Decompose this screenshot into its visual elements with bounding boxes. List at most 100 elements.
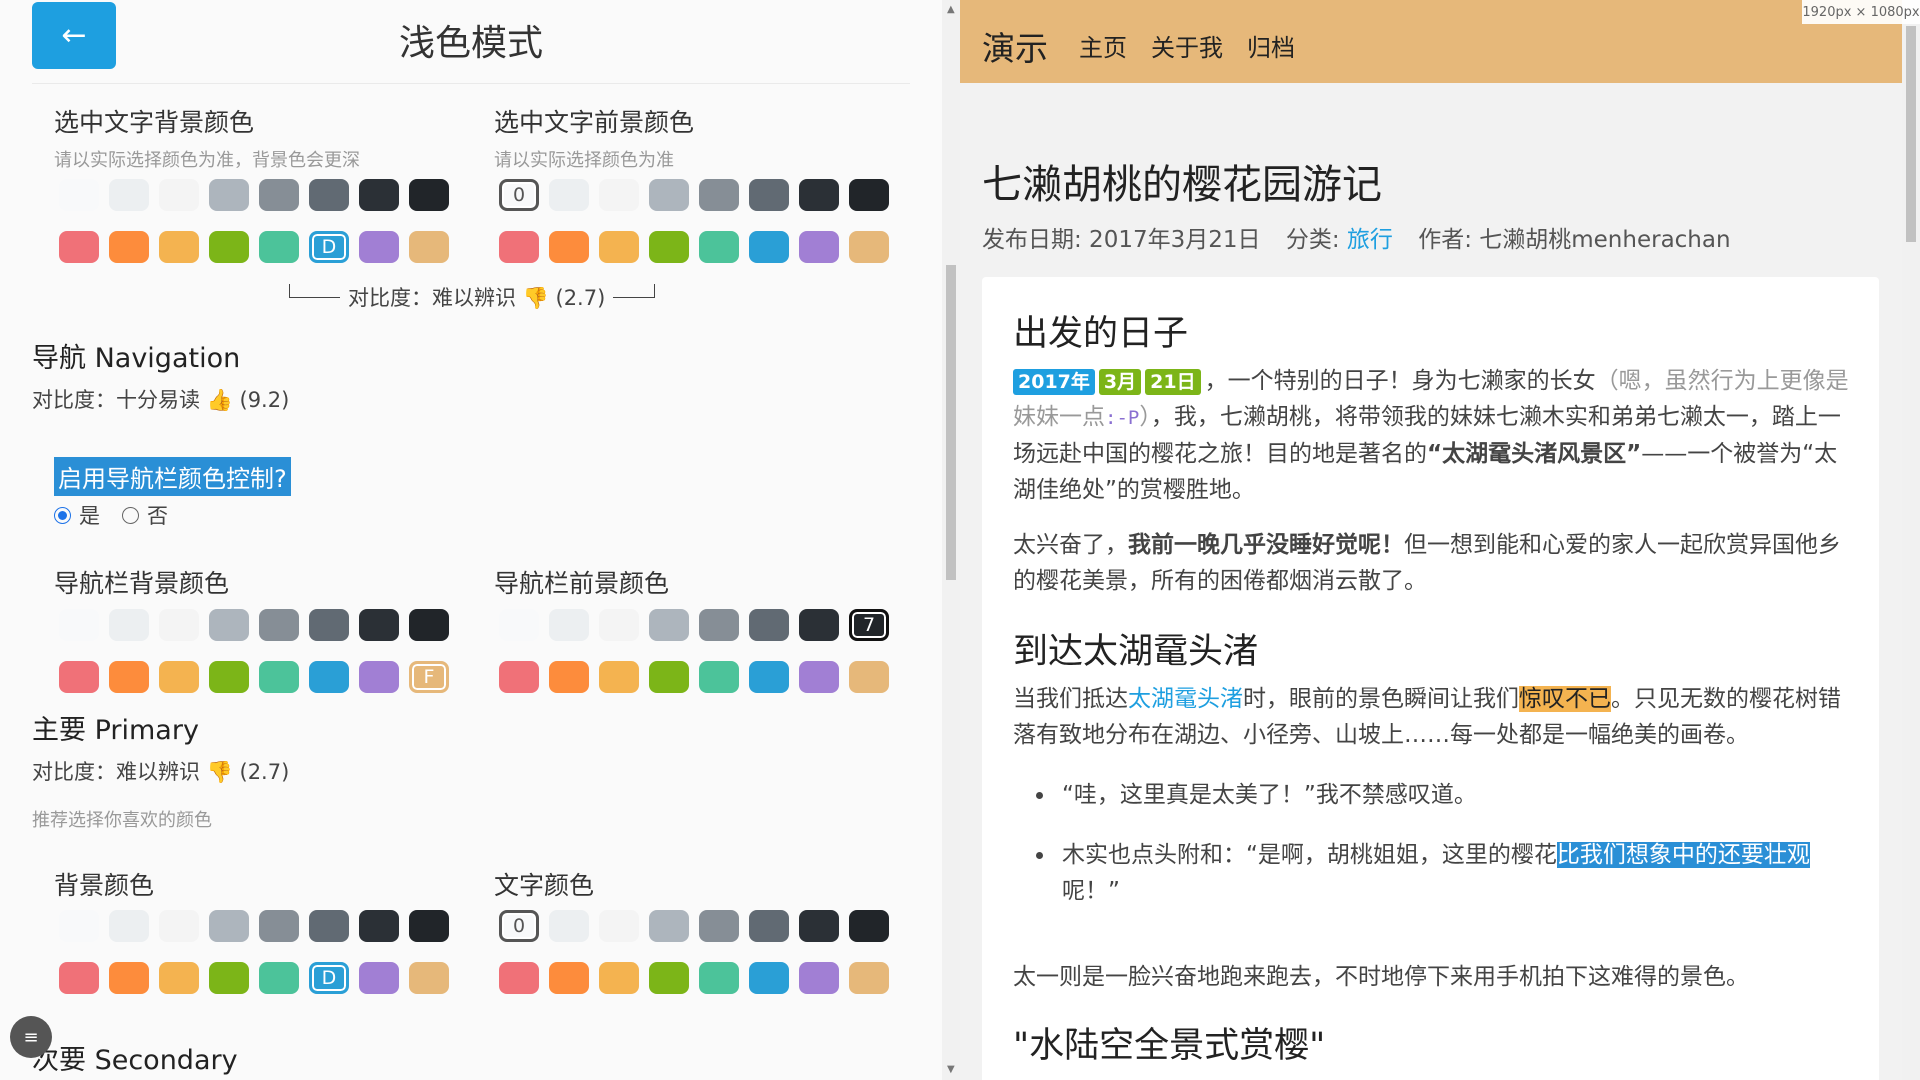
color-swatch[interactable] [699, 179, 739, 211]
color-swatch[interactable] [109, 609, 149, 641]
color-swatch[interactable] [799, 609, 839, 641]
color-swatch[interactable] [749, 179, 789, 211]
color-swatch[interactable] [699, 609, 739, 641]
color-swatch[interactable] [699, 661, 739, 693]
color-swatch[interactable] [309, 910, 349, 942]
color-swatch[interactable]: D [309, 231, 349, 263]
color-swatch[interactable] [799, 231, 839, 263]
color-swatch[interactable] [309, 661, 349, 693]
brand-title[interactable]: 演示 [982, 22, 1048, 70]
color-swatch[interactable] [649, 661, 689, 693]
color-swatch[interactable] [549, 231, 589, 263]
color-swatch[interactable] [159, 231, 199, 263]
right-scrollbar[interactable] [1902, 0, 1920, 1080]
color-swatch[interactable] [209, 962, 249, 994]
color-swatch[interactable] [209, 179, 249, 211]
color-swatch[interactable] [159, 609, 199, 641]
color-swatch[interactable] [799, 661, 839, 693]
color-swatch[interactable] [749, 661, 789, 693]
color-swatch[interactable] [649, 179, 689, 211]
color-swatch[interactable] [599, 609, 639, 641]
color-swatch[interactable] [599, 179, 639, 211]
color-swatch[interactable] [799, 962, 839, 994]
color-swatch[interactable]: F [409, 661, 449, 693]
color-swatch[interactable] [109, 661, 149, 693]
color-swatch[interactable] [359, 179, 399, 211]
color-swatch[interactable]: 0 [499, 910, 539, 942]
color-swatch[interactable] [259, 179, 299, 211]
color-swatch[interactable]: 7 [849, 609, 889, 641]
color-swatch[interactable] [749, 910, 789, 942]
color-swatch[interactable] [849, 910, 889, 942]
color-swatch[interactable] [749, 962, 789, 994]
color-swatch[interactable] [359, 609, 399, 641]
color-swatch[interactable] [499, 609, 539, 641]
color-swatch[interactable] [109, 231, 149, 263]
color-swatch[interactable] [59, 231, 99, 263]
color-swatch[interactable] [599, 661, 639, 693]
color-swatch[interactable] [359, 962, 399, 994]
nav-link-archive[interactable]: 归档 [1247, 28, 1295, 63]
color-swatch[interactable] [259, 231, 299, 263]
color-swatch[interactable] [799, 910, 839, 942]
color-swatch[interactable] [209, 231, 249, 263]
nav-link-about[interactable]: 关于我 [1151, 28, 1223, 63]
left-scrollbar[interactable]: ▲ ▼ [942, 0, 960, 1080]
color-swatch[interactable] [849, 962, 889, 994]
color-swatch[interactable] [849, 179, 889, 211]
radio-no[interactable] [122, 506, 139, 524]
color-swatch[interactable] [499, 661, 539, 693]
color-swatch[interactable] [699, 231, 739, 263]
color-swatch[interactable] [849, 661, 889, 693]
color-swatch[interactable] [549, 609, 589, 641]
color-swatch[interactable]: 0 [499, 179, 539, 211]
color-swatch[interactable] [649, 231, 689, 263]
color-swatch[interactable] [159, 910, 199, 942]
color-swatch[interactable] [749, 231, 789, 263]
color-swatch[interactable] [309, 609, 349, 641]
color-swatch[interactable] [599, 231, 639, 263]
color-swatch[interactable] [549, 179, 589, 211]
color-swatch[interactable] [409, 179, 449, 211]
color-swatch[interactable] [259, 962, 299, 994]
color-swatch[interactable] [599, 962, 639, 994]
color-swatch[interactable] [409, 609, 449, 641]
color-swatch[interactable] [109, 179, 149, 211]
color-swatch[interactable] [599, 910, 639, 942]
color-swatch[interactable] [749, 609, 789, 641]
color-swatch[interactable] [109, 962, 149, 994]
color-swatch[interactable] [649, 609, 689, 641]
color-swatch[interactable] [259, 910, 299, 942]
scroll-up-icon[interactable]: ▲ [947, 4, 955, 15]
color-swatch[interactable] [649, 910, 689, 942]
menu-button[interactable]: ≡ [10, 1016, 52, 1058]
color-swatch[interactable] [259, 661, 299, 693]
color-swatch[interactable] [549, 661, 589, 693]
right-scrollbar-thumb[interactable] [1906, 26, 1916, 242]
inline-link[interactable]: 太湖鼋头渚 [1128, 686, 1243, 712]
scroll-down-icon[interactable]: ▼ [947, 1064, 955, 1075]
color-swatch[interactable] [699, 910, 739, 942]
left-scrollbar-thumb[interactable] [946, 265, 956, 580]
color-swatch[interactable] [849, 231, 889, 263]
color-swatch[interactable] [59, 609, 99, 641]
color-swatch[interactable] [649, 962, 689, 994]
color-swatch[interactable] [409, 910, 449, 942]
color-swatch[interactable]: D [309, 962, 349, 994]
color-swatch[interactable] [499, 962, 539, 994]
color-swatch[interactable] [359, 910, 399, 942]
nav-link-home[interactable]: 主页 [1079, 28, 1127, 63]
color-swatch[interactable] [259, 609, 299, 641]
color-swatch[interactable] [209, 661, 249, 693]
post-category-link[interactable]: 旅行 [1347, 227, 1393, 253]
color-swatch[interactable] [109, 910, 149, 942]
color-swatch[interactable] [359, 231, 399, 263]
color-swatch[interactable] [159, 661, 199, 693]
color-swatch[interactable] [499, 231, 539, 263]
color-swatch[interactable] [309, 179, 349, 211]
color-swatch[interactable] [59, 179, 99, 211]
color-swatch[interactable] [409, 231, 449, 263]
color-swatch[interactable] [209, 609, 249, 641]
color-swatch[interactable] [549, 962, 589, 994]
color-swatch[interactable] [159, 962, 199, 994]
